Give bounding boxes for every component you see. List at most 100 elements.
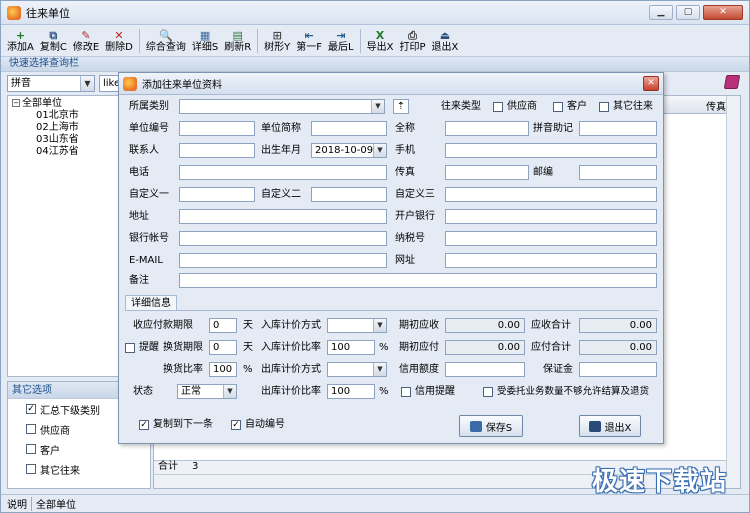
toolbar-label: 复制C [39,41,67,53]
unchecked-icon [26,444,36,454]
minimize-button[interactable]: ▁ [649,5,673,20]
taxno-input[interactable] [445,231,657,246]
address-input[interactable] [179,209,387,224]
add-unit-dialog: 添加往来单位资料 ✕ 所属类别 ▼ ⇡ 往来类型 供应商 客户 其它往来 单位编… [118,72,664,444]
consign-checkbox[interactable]: 受委托业务数量不够允许结算及退货 [483,384,649,399]
first-icon: ⇤ [304,28,314,42]
toolbar-label: 退出X [431,41,459,53]
unchecked-icon [26,424,36,434]
bank-input[interactable] [445,209,657,224]
label-note: 备注 [129,275,149,286]
delete-toolbar-button[interactable]: ✕ 删除D [105,29,133,54]
copy-icon: ⧉ [49,28,58,42]
copy-toolbar-button[interactable]: ⧉ 复制C [40,29,67,54]
label-taxno: 纳税号 [395,233,425,244]
postcode-input[interactable] [579,165,657,180]
last-toolbar-button[interactable]: ⇥ 最后L [328,29,354,54]
label-custom2: 自定义二 [261,189,301,200]
unchecked-icon [26,464,36,474]
book-icon[interactable] [723,75,741,89]
dialog-title-bar: 添加往来单位资料 [119,73,663,95]
credit-remind-checkbox[interactable]: 信用提醒 [401,384,455,399]
tree-toolbar-button[interactable]: ⊞ 树形Y [264,29,290,54]
pinyin-input[interactable] [579,121,657,136]
in-price-select[interactable]: ▼ [327,318,387,333]
collapse-icon[interactable]: − [12,99,20,107]
category-picker-button[interactable]: ⇡ [393,99,409,114]
swap-ratio-input[interactable]: 100 [209,362,237,377]
label-fullname: 全称 [395,123,415,134]
credit-input[interactable] [445,362,525,377]
customer-checkbox[interactable]: 客户 [553,99,587,114]
detail-toolbar-button[interactable]: ▦ 详细S [192,29,218,54]
label-category: 所属类别 [129,101,169,112]
mobile-input[interactable] [445,143,657,158]
note-input[interactable] [179,273,657,288]
in-ratio-input[interactable]: 100 [327,340,375,355]
out-ratio-input[interactable]: 100 [327,384,375,399]
supplier-checkbox[interactable]: 供应商 [493,99,537,114]
auto-number-checkbox[interactable]: ✓ 自动编号 [231,417,285,432]
label-custom3: 自定义三 [395,189,435,200]
custom3-input[interactable] [445,187,657,202]
search-field-select[interactable]: 拼音 ▼ [7,74,95,92]
label-init-pay: 期初应付 [399,342,439,353]
status-value: 全部单位 [36,500,76,511]
print-toolbar-button[interactable]: ⎙ 打印P [399,29,425,54]
remind-checkbox[interactable]: 提醒 [125,340,159,355]
label-init-recv: 期初应收 [399,320,439,331]
contact-input[interactable] [179,143,255,158]
query-toolbar-button[interactable]: 🔍 综合查询 [146,29,186,54]
toolbar-label: 导出X [366,41,394,53]
fax-input[interactable] [445,165,529,180]
label-day1: 天 [243,320,253,331]
deposit-input[interactable] [579,362,657,377]
account-input[interactable] [179,231,387,246]
label-swap-days: 换货期限 [163,342,203,353]
other-checkbox[interactable]: 其它往来 [599,99,653,114]
other-option-checkbox[interactable]: 其它往来 [8,459,150,479]
add-toolbar-button[interactable]: + 添加A [7,29,34,54]
code-input[interactable] [179,121,255,136]
dialog-exit-button[interactable]: 退出X [579,415,641,437]
first-toolbar-button[interactable]: ⇤ 第一F [296,29,322,54]
delete-icon: ✕ [114,28,124,42]
label-type: 往来类型 [441,101,481,112]
custom1-input[interactable] [179,187,255,202]
label-recv-total: 应收合计 [531,320,571,331]
out-price-select[interactable]: ▼ [327,362,387,377]
pay-days-input[interactable]: 0 [209,318,237,333]
label-website: 网址 [395,255,415,266]
chevron-down-icon: ▼ [223,385,236,398]
label-state: 状态 [133,386,153,397]
phone-input[interactable] [179,165,387,180]
toolbar-label: 最后L [328,41,354,53]
column-header-fax[interactable]: 传真 [706,98,726,113]
export-toolbar-button[interactable]: X 导出X [367,29,394,54]
plus-icon: + [15,28,26,42]
fullname-input[interactable] [445,121,529,136]
label-fax: 传真 [395,167,415,178]
grid-vertical-scrollbar[interactable] [726,96,740,488]
custom2-input[interactable] [311,187,387,202]
copy-next-checkbox[interactable]: ✓ 复制到下一条 [139,417,213,432]
swap-days-input[interactable]: 0 [209,340,237,355]
edit-toolbar-button[interactable]: ✎ 修改E [73,29,99,54]
birth-date-picker[interactable]: 2018-10-09 ▼ [311,143,387,158]
close-button[interactable]: ✕ [703,5,743,20]
refresh-toolbar-button[interactable]: ▤ 刷新R [224,29,251,54]
short-name-input[interactable] [311,121,387,136]
email-input[interactable] [179,253,387,268]
website-input[interactable] [445,253,657,268]
maximize-button[interactable]: ▢ [676,5,700,20]
init-recv-field: 0.00 [445,318,525,333]
toolbar: + 添加A ⧉ 复制C ✎ 修改E ✕ 删除D 🔍 综合查询 ▦ 详细S ▤ 刷新R ⊞ 树形Y ⇤ 第一F ⇥ 最后… [1,26,749,56]
save-button[interactable]: 保存S [459,415,523,437]
category-select[interactable]: ▼ [179,99,385,114]
state-select[interactable]: 正常 ▼ [177,384,237,399]
label-pinyin: 拼音助记 [533,123,573,134]
dialog-close-button[interactable]: ✕ [643,76,659,91]
refresh-icon: ▤ [232,28,243,42]
exit-toolbar-button[interactable]: ⏏ 退出X [432,29,459,54]
tab-detail-info[interactable]: 详细信息 [125,295,177,311]
